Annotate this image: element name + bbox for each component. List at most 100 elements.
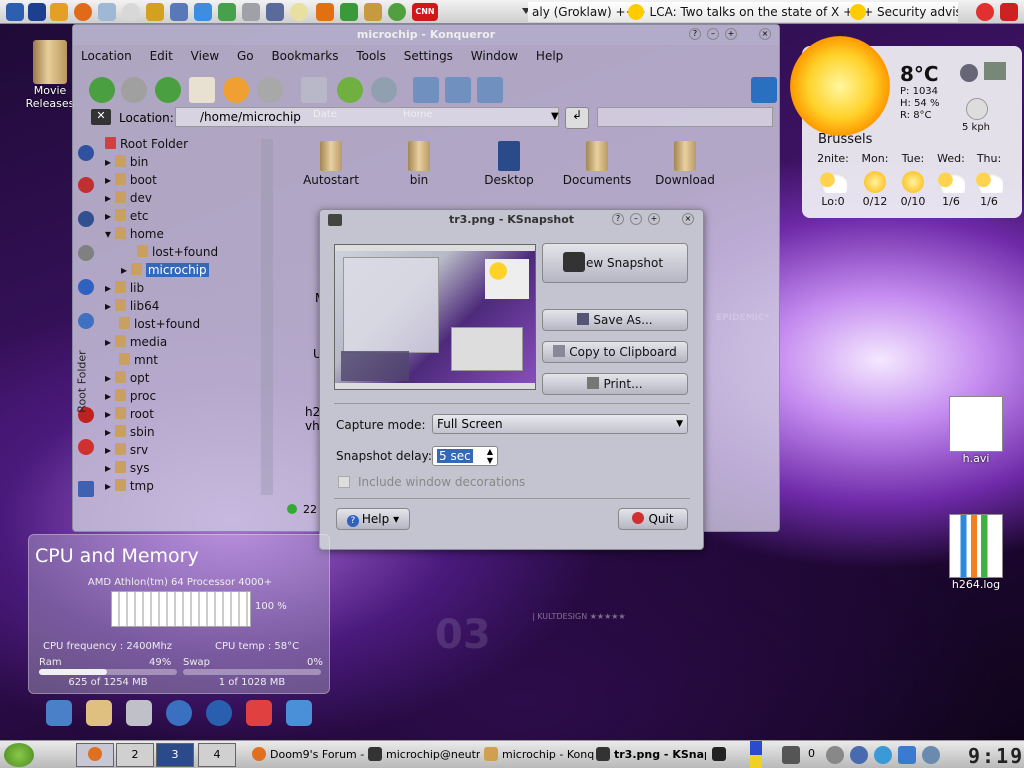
print-button[interactable]: Print... (542, 373, 688, 395)
tree-item[interactable]: lost+found (119, 315, 200, 333)
desktop-icon-h-avi[interactable]: h.avi (944, 396, 1008, 465)
media-tab-icon[interactable] (78, 279, 94, 295)
volume-icon[interactable] (782, 746, 800, 764)
file-icon-download[interactable]: Download (643, 141, 727, 187)
tree-item[interactable]: ▸ tmp (105, 477, 154, 495)
map-icon[interactable] (984, 62, 1006, 80)
desktop-3-button[interactable]: 3 (156, 743, 194, 767)
cloud-icon[interactable] (98, 3, 116, 21)
monitor-icon[interactable] (266, 3, 284, 21)
window-title[interactable]: tr3.png - KSnapshot (320, 210, 703, 230)
capture-mode-select[interactable]: Full Screen ▼ (432, 414, 688, 434)
tree-item[interactable]: ▸ lib64 (105, 297, 159, 315)
quit-button[interactable]: Quit (618, 508, 688, 530)
menu-edit[interactable]: Edit (150, 49, 173, 63)
menu-tools[interactable]: Tools (356, 49, 386, 63)
help-window-button[interactable]: ? (612, 213, 624, 225)
maximize-button[interactable]: + (648, 213, 660, 225)
menu-bookmarks[interactable]: Bookmarks (271, 49, 338, 63)
clock-icon[interactable] (206, 700, 232, 726)
tree-item[interactable]: ▸ sbin (105, 423, 155, 441)
spin-arrows-icon[interactable]: ▲ ▼ (487, 447, 493, 465)
desktop-icon-movie-releases[interactable]: Movie Releases (20, 40, 80, 110)
computer-icon[interactable] (46, 700, 72, 726)
star-folder-icon[interactable] (146, 3, 164, 21)
clipboard-icon[interactable] (922, 746, 940, 764)
globe-icon[interactable] (960, 64, 978, 82)
chevron-down-icon[interactable]: ▼ (551, 111, 559, 122)
tree-item[interactable]: ▸ opt (105, 369, 150, 387)
task-firefox[interactable]: Doom9's Forum - S (252, 745, 364, 765)
new-snapshot-button[interactable]: New Snapshot (542, 243, 688, 283)
menu-go[interactable]: Go (237, 49, 254, 63)
tree-item[interactable]: Root Folder (105, 135, 188, 153)
clock-tab-icon[interactable] (78, 211, 94, 227)
stop-icon[interactable] (257, 77, 283, 103)
news-ticker[interactable]: aly (Groklaw) +++ LCA: Two talks on the … (528, 2, 958, 22)
power-icon[interactable] (976, 3, 994, 21)
tree-item[interactable]: mnt (119, 351, 158, 369)
back-icon[interactable] (89, 77, 115, 103)
window-title[interactable]: microchip - Konqueror (73, 25, 779, 45)
clear-location-icon[interactable]: ✕ (91, 109, 111, 125)
menu-view[interactable]: View (191, 49, 219, 63)
network-icon[interactable] (850, 746, 868, 764)
history-tab-icon[interactable] (78, 177, 94, 193)
clock[interactable]: 9:19 (968, 744, 1024, 768)
minimize-button[interactable]: – (707, 28, 719, 40)
location-input[interactable]: /home/microchip (175, 107, 559, 127)
tree-item-selected[interactable]: ▸ microchip (121, 261, 209, 279)
detail-view-icon[interactable] (445, 77, 471, 103)
close-button[interactable]: × (682, 213, 694, 225)
menu-window[interactable]: Window (471, 49, 518, 63)
tree-item[interactable]: ▸ lib (105, 279, 144, 297)
home-tab-icon[interactable] (78, 245, 94, 261)
network-globe-icon[interactable] (166, 700, 192, 726)
menu-settings[interactable]: Settings (404, 49, 453, 63)
help-window-button[interactable]: ? (689, 28, 701, 40)
disc-icon[interactable] (122, 3, 140, 21)
cnn-icon[interactable]: CNN (412, 3, 438, 21)
b-icon[interactable] (50, 3, 68, 21)
tree-item[interactable]: ▸ srv (105, 441, 148, 459)
home-folder-icon[interactable] (86, 700, 112, 726)
minimize-button[interactable]: – (630, 213, 642, 225)
copy-to-clipboard-button[interactable]: Copy to Clipboard (542, 341, 688, 363)
cone-icon[interactable] (316, 3, 334, 21)
preview-view-icon[interactable] (477, 77, 503, 103)
tree-item[interactable]: ▸ proc (105, 387, 156, 405)
network-icon[interactable] (194, 3, 212, 21)
task-konqueror[interactable]: microchip - Konque (484, 745, 594, 765)
file-icon-documents[interactable]: Documents (555, 141, 639, 187)
desktop-1-button[interactable] (76, 743, 114, 767)
tree-item[interactable]: ▸ dev (105, 189, 152, 207)
leaf-icon[interactable] (340, 3, 358, 21)
terminal-tab-icon[interactable] (78, 481, 94, 497)
filter-input[interactable] (597, 107, 773, 127)
k-icon[interactable] (898, 746, 916, 764)
home-icon[interactable] (189, 77, 215, 103)
mail-icon[interactable] (286, 700, 312, 726)
gift-icon[interactable] (364, 3, 382, 21)
close-button[interactable]: × (759, 28, 771, 40)
decorations-checkbox[interactable] (338, 476, 350, 488)
tree-item[interactable]: ▸ bin (105, 153, 148, 171)
delay-spinbox[interactable]: 5 sec ▲ ▼ (432, 446, 498, 466)
go-button[interactable]: ↲ (565, 107, 589, 129)
tree-item[interactable]: ▸ boot (105, 171, 157, 189)
task-console[interactable] (712, 745, 736, 765)
desktop-icon-h264-log[interactable]: h264.log (944, 514, 1008, 591)
reload-icon[interactable] (223, 77, 249, 103)
firefox-icon[interactable] (74, 3, 92, 21)
tree-item[interactable]: ▸ root (105, 405, 154, 423)
tree-scrollbar[interactable] (261, 139, 273, 495)
menu-help[interactable]: Help (536, 49, 563, 63)
file-icon-bin[interactable]: bin (377, 141, 461, 187)
menu-location[interactable]: Location (81, 49, 132, 63)
maximize-button[interactable]: + (725, 28, 737, 40)
chat-icon[interactable] (218, 3, 236, 21)
task-terminal[interactable]: microchip@neutrin (368, 745, 480, 765)
ball-icon[interactable] (290, 3, 308, 21)
tree-item[interactable]: ▾ home (105, 225, 164, 243)
file-icon-autostart[interactable]: Autostart (289, 141, 373, 187)
